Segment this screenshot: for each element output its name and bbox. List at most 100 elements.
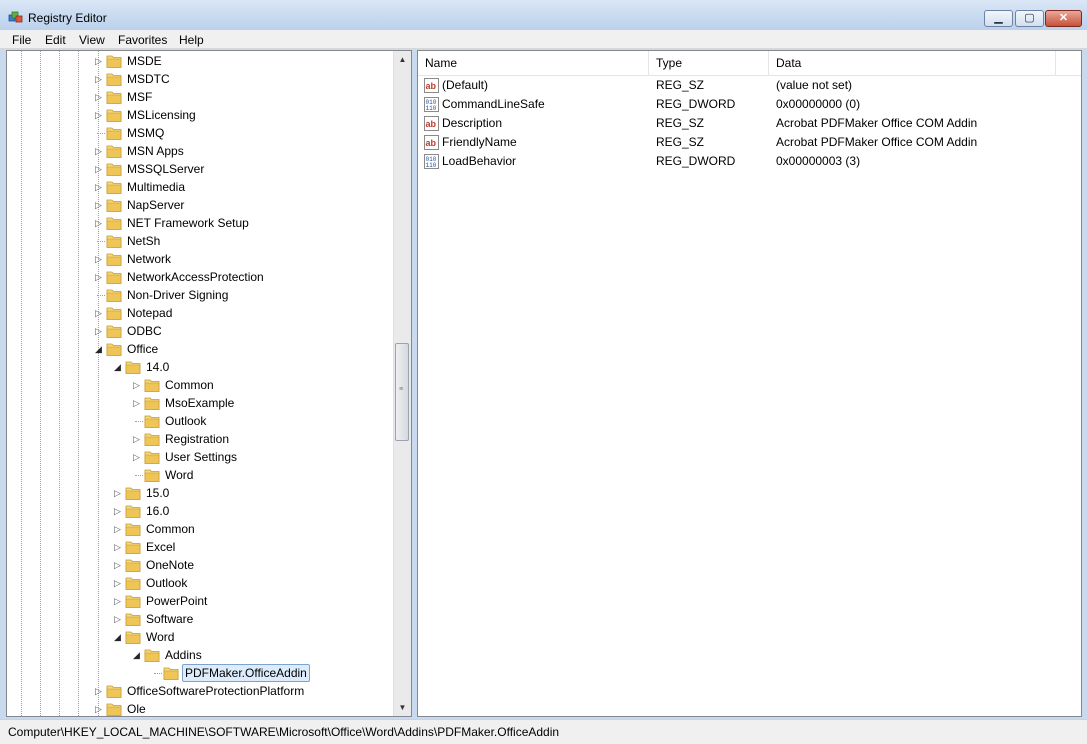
column-header-name[interactable]: Name — [418, 51, 649, 75]
expand-triangle-icon[interactable]: ▷ — [94, 142, 103, 160]
tree-node-label: Addins — [165, 648, 202, 662]
collapse-triangle-icon[interactable]: ◢ — [94, 340, 103, 358]
menu-file[interactable]: File — [12, 33, 31, 47]
folder-open-icon — [144, 649, 160, 662]
tree-node-label: MSSQLServer — [127, 162, 205, 176]
expand-triangle-icon[interactable]: ▷ — [94, 106, 103, 124]
tree-node-label: MSDE — [127, 54, 162, 68]
expand-triangle-icon[interactable]: ▷ — [94, 700, 103, 716]
value-type: REG_DWORD — [656, 154, 736, 168]
value-row[interactable]: ab (Default) REG_SZ (value not set) — [418, 76, 1058, 95]
folder-icon — [106, 703, 122, 716]
folder-open-icon — [106, 343, 122, 356]
expand-triangle-icon[interactable]: ▷ — [113, 538, 122, 556]
values-list-pane[interactable]: Name Type Data ab (Default) REG_SZ (value n… — [417, 50, 1082, 717]
value-row[interactable]: ab Description REG_SZ Acrobat PDFMaker Offi… — [418, 114, 1058, 133]
tree-node-label: PDFMaker.OfficeAddin — [182, 664, 310, 682]
collapse-triangle-icon[interactable]: ◢ — [132, 646, 141, 664]
scroll-down-arrow-icon[interactable]: ▼ — [394, 699, 411, 716]
maximize-icon: ▢ — [1024, 12, 1035, 24]
expand-triangle-icon[interactable]: ▷ — [132, 376, 141, 394]
minimize-button[interactable]: ▁ — [984, 10, 1013, 27]
tree-connector — [135, 475, 143, 476]
expand-triangle-icon[interactable]: ▷ — [94, 214, 103, 232]
tree-node-label: Excel — [146, 540, 176, 554]
column-header-data[interactable]: Data — [769, 51, 1056, 75]
folder-open-icon — [125, 361, 141, 374]
collapse-triangle-icon[interactable]: ◢ — [113, 628, 122, 646]
expand-triangle-icon[interactable]: ▷ — [132, 430, 141, 448]
folder-icon — [125, 487, 141, 500]
value-row[interactable]: 010 110 LoadBehavior REG_DWORD 0x00000003 (3… — [418, 152, 1058, 171]
string-value-icon: ab — [424, 78, 439, 93]
folder-icon — [106, 55, 122, 68]
expand-triangle-icon[interactable]: ▷ — [94, 196, 103, 214]
menu-edit[interactable]: Edit — [45, 33, 66, 47]
collapse-triangle-icon[interactable]: ◢ — [113, 358, 122, 376]
expand-triangle-icon[interactable]: ▷ — [94, 70, 103, 88]
folder-icon — [125, 577, 141, 590]
column-header-type[interactable]: Type — [649, 51, 769, 75]
tree-node-label: NET Framework Setup — [127, 216, 249, 230]
expand-triangle-icon[interactable]: ▷ — [132, 394, 141, 412]
expand-triangle-icon[interactable]: ▷ — [94, 178, 103, 196]
expand-triangle-icon[interactable]: ▷ — [94, 250, 103, 268]
value-name: (Default) — [442, 78, 489, 92]
expand-triangle-icon[interactable]: ▷ — [132, 448, 141, 466]
folder-icon — [163, 667, 179, 680]
scroll-up-arrow-icon[interactable]: ▲ — [394, 51, 411, 68]
value-name: FriendlyName — [442, 135, 517, 149]
value-row[interactable]: 010 110 CommandLineSafe REG_DWORD 0x00000000… — [418, 95, 1058, 114]
tree-node-label: MSF — [127, 90, 153, 104]
registry-editor-icon — [8, 11, 23, 23]
menu-help[interactable]: Help — [179, 33, 204, 47]
expand-triangle-icon[interactable]: ▷ — [94, 52, 103, 70]
tree-scrollbar[interactable]: ▲ ≡ ▼ — [393, 51, 411, 716]
folder-icon — [106, 217, 122, 230]
value-name: LoadBehavior — [442, 154, 517, 168]
expand-triangle-icon[interactable]: ▷ — [94, 88, 103, 106]
value-type: REG_DWORD — [656, 97, 736, 111]
tree-node-label: Common — [146, 522, 195, 536]
tree-node-label: MSLicensing — [127, 108, 196, 122]
value-data: Acrobat PDFMaker Office COM Addin — [776, 116, 978, 130]
menu-favorites[interactable]: Favorites — [118, 33, 167, 47]
folder-icon — [144, 433, 160, 446]
tree-node-label: OneNote — [146, 558, 195, 572]
tree-connector — [154, 673, 162, 674]
tree-node-label: Common — [165, 378, 214, 392]
expand-triangle-icon[interactable]: ▷ — [94, 268, 103, 286]
maximize-button[interactable]: ▢ — [1015, 10, 1044, 27]
tree-node-label: Non-Driver Signing — [127, 288, 229, 302]
tree-node-label: Word — [146, 630, 175, 644]
key-tree-pane[interactable]: ▷ MSDE ▷ MSDTC ▷ MSF ▷ MSLicensing MSMQ ▷ MSN Apps… — [6, 50, 412, 717]
expand-triangle-icon[interactable]: ▷ — [113, 610, 122, 628]
tree-node-label: User Settings — [165, 450, 238, 464]
expand-triangle-icon[interactable]: ▷ — [94, 682, 103, 700]
menu-view[interactable]: View — [79, 33, 105, 47]
expand-triangle-icon[interactable]: ▷ — [113, 520, 122, 538]
svg-text:ab: ab — [426, 119, 437, 129]
svg-text:ab: ab — [426, 138, 437, 148]
expand-triangle-icon[interactable]: ▷ — [113, 574, 122, 592]
close-button[interactable]: ✕ — [1045, 10, 1082, 27]
tree-node-label: Ole — [127, 702, 146, 716]
tree-node-label: 14.0 — [146, 360, 170, 374]
binary-value-icon: 010110 — [424, 97, 439, 112]
scroll-thumb[interactable]: ≡ — [395, 343, 409, 441]
expand-triangle-icon[interactable]: ▷ — [94, 304, 103, 322]
expand-triangle-icon[interactable]: ▷ — [113, 502, 122, 520]
value-row[interactable]: ab FriendlyName REG_SZ Acrobat PDFMaker Off… — [418, 133, 1058, 152]
expand-triangle-icon[interactable]: ▷ — [113, 484, 122, 502]
expand-triangle-icon[interactable]: ▷ — [94, 322, 103, 340]
expand-triangle-icon[interactable]: ▷ — [94, 160, 103, 178]
folder-icon — [106, 145, 122, 158]
expand-triangle-icon[interactable]: ▷ — [113, 592, 122, 610]
folder-icon — [125, 559, 141, 572]
svg-text:110: 110 — [426, 162, 437, 169]
tree-node-label: 15.0 — [146, 486, 170, 500]
value-data: Acrobat PDFMaker Office COM Addin — [776, 135, 978, 149]
tree-node-label: Outlook — [146, 576, 188, 590]
expand-triangle-icon[interactable]: ▷ — [113, 556, 122, 574]
close-icon: ✕ — [1058, 12, 1069, 24]
